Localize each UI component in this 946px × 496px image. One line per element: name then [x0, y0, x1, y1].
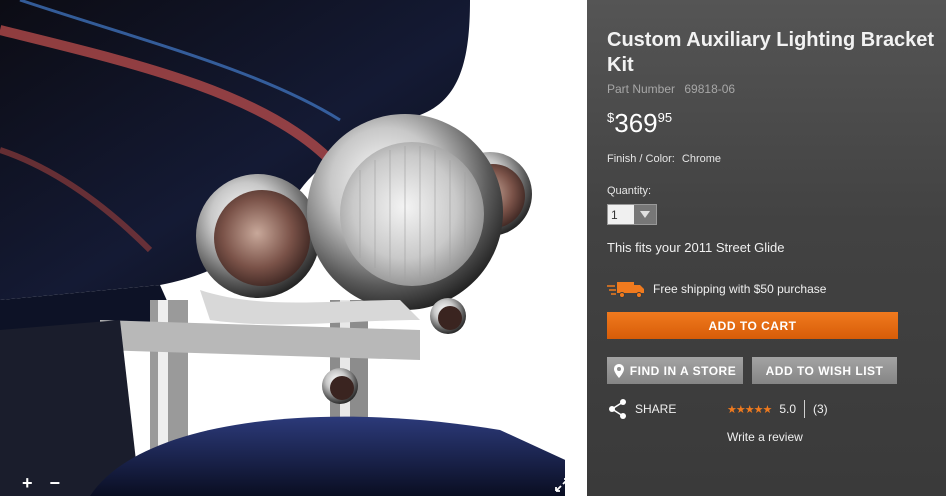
- price-cents: 95: [657, 110, 673, 125]
- finish-color: Finish / Color: Chrome: [607, 153, 721, 165]
- add-to-wishlist-button[interactable]: ADD TO WISH LIST: [752, 357, 897, 384]
- product-info-panel: Custom Auxiliary Lighting Bracket Kit Pa…: [587, 0, 946, 496]
- price: $36995: [607, 108, 672, 139]
- find-in-store-label: FIND IN A STORE: [629, 363, 737, 378]
- quantity-select[interactable]: 1: [607, 204, 657, 225]
- price-currency: $: [607, 110, 615, 125]
- chevron-down-icon[interactable]: [634, 205, 656, 224]
- shipping-text: Free shipping with $50 purchase: [653, 282, 827, 296]
- product-image[interactable]: + −: [0, 0, 587, 496]
- quantity-value: 1: [611, 208, 618, 222]
- zoom-controls: + −: [22, 473, 72, 494]
- part-number-value: 69818-06: [684, 82, 736, 96]
- finish-label: Finish / Color:: [607, 153, 675, 165]
- zoom-in-button[interactable]: +: [22, 473, 33, 493]
- share-icon: [609, 399, 626, 419]
- star-rating-icon: ★★★★★: [727, 403, 772, 416]
- finish-value: Chrome: [681, 153, 722, 165]
- part-number-label: Part Number: [607, 82, 676, 96]
- share-label: SHARE: [635, 402, 677, 416]
- rating-score: 5.0: [779, 402, 796, 416]
- find-in-store-button[interactable]: FIND IN A STORE: [607, 357, 743, 384]
- rating-divider: [804, 400, 805, 418]
- share-button[interactable]: SHARE: [607, 398, 676, 420]
- fitment-text: This fits your 2011 Street Glide: [607, 240, 785, 255]
- motorcycle-headlamp-illustration: [0, 0, 587, 496]
- review-count[interactable]: (3): [813, 402, 828, 416]
- location-pin-icon: [613, 363, 624, 378]
- zoom-out-button[interactable]: −: [50, 473, 61, 493]
- price-dollars: 369: [614, 108, 658, 138]
- write-review-link[interactable]: Write a review: [727, 430, 803, 444]
- shipping-info: Free shipping with $50 purchase: [607, 280, 826, 298]
- quantity-label: Quantity:: [607, 185, 652, 197]
- shipping-truck-icon: [607, 282, 644, 298]
- add-to-cart-button[interactable]: ADD TO CART: [607, 312, 898, 339]
- expand-icon[interactable]: [555, 478, 569, 492]
- product-rating[interactable]: ★★★★★ 5.0 (3): [727, 400, 828, 418]
- part-number: Part Number 69818-06: [607, 82, 735, 96]
- product-title: Custom Auxiliary Lighting Bracket Kit: [607, 29, 935, 76]
